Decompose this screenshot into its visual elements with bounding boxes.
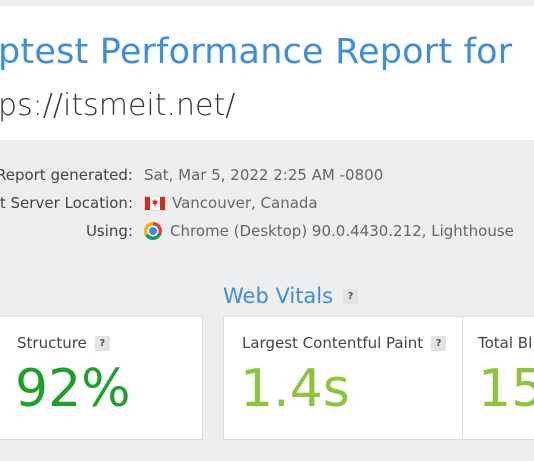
using-label: Using: — [85, 222, 133, 240]
web-vitals-card: Largest Contentful Paint ? 1.4s Total Bl… — [223, 316, 534, 440]
structure-label-row: Structure ? — [17, 334, 110, 352]
meta-row-using: Using: Chrome (Desktop) 90.0.4430.212, L… — [0, 222, 534, 246]
using-value: Chrome (Desktop) 90.0.4430.212, Lighthou… — [144, 222, 514, 240]
structure-value: 92% — [15, 359, 131, 419]
lcp-label: Largest Contentful Paint — [242, 334, 424, 352]
canada-flag-icon — [144, 195, 166, 211]
structure-card: Structure ? 92% — [0, 316, 203, 440]
structure-label: Structure — [17, 334, 87, 352]
meta-row-location: t Server Location: Vancouver, Canada — [0, 194, 534, 218]
chrome-icon — [144, 222, 162, 240]
tbt-label: Total Bl — [478, 334, 533, 352]
metric-divider — [462, 317, 463, 439]
lcp-label-row: Largest Contentful Paint ? — [242, 334, 447, 352]
using-text: Chrome (Desktop) 90.0.4430.212, Lighthou… — [170, 222, 514, 240]
location-text: Vancouver, Canada — [172, 194, 318, 212]
web-vitals-heading: Web Vitals ? — [223, 284, 359, 308]
web-vitals-title: Web Vitals — [223, 284, 334, 308]
tbt-value: 15 — [478, 359, 534, 419]
location-value: Vancouver, Canada — [144, 194, 318, 212]
lcp-value: 1.4s — [240, 359, 350, 419]
generated-date: Sat, Mar 5, 2022 2:25 AM -0800 — [144, 166, 384, 184]
web-vitals-help-icon[interactable]: ? — [343, 288, 359, 304]
meta-row-generated: Report generated: Sat, Mar 5, 2022 2:25 … — [0, 166, 534, 190]
structure-help-icon[interactable]: ? — [94, 335, 110, 351]
report-meta: Report generated: Sat, Mar 5, 2022 2:25 … — [0, 0, 534, 260]
generated-label: Report generated: — [0, 166, 133, 184]
generated-value: Sat, Mar 5, 2022 2:25 AM -0800 — [144, 166, 383, 184]
tbt-label-row: Total Bl — [478, 334, 532, 352]
location-label: t Server Location: — [0, 194, 133, 212]
lcp-help-icon[interactable]: ? — [431, 335, 447, 351]
